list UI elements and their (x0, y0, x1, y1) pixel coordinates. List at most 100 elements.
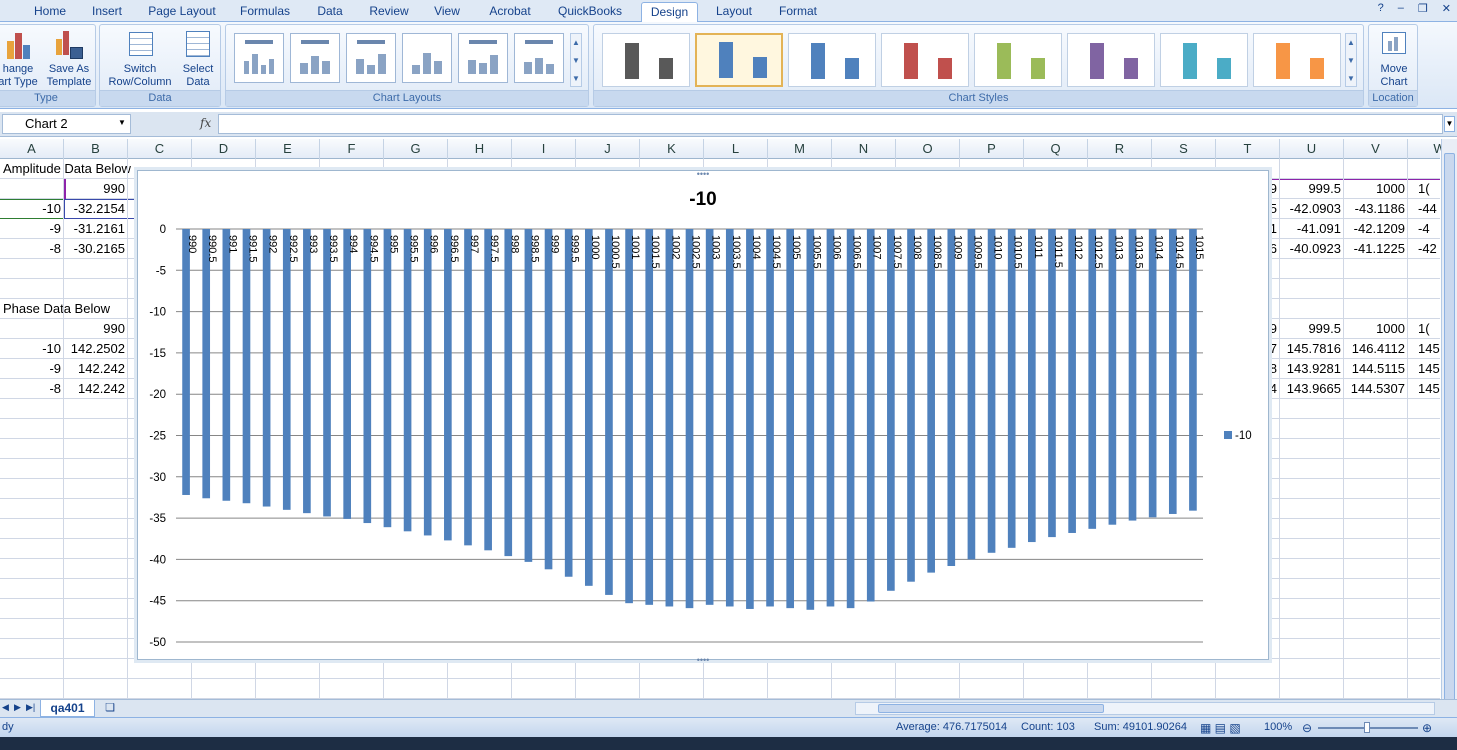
tab-design[interactable]: Design (641, 2, 698, 22)
column-header-f[interactable]: F (320, 139, 384, 159)
cell-b11[interactable]: 142.242 (64, 359, 128, 379)
cell-a4[interactable]: -9 (0, 219, 64, 239)
column-header-a[interactable]: A (0, 139, 64, 159)
cell-w9[interactable]: 1( (1418, 319, 1440, 339)
chart-layout-1[interactable] (234, 33, 284, 83)
cell-w5[interactable]: -42 (1418, 239, 1440, 259)
cell-w4[interactable]: -4 (1418, 219, 1440, 239)
column-header-k[interactable]: K (640, 139, 704, 159)
column-header-c[interactable]: C (128, 139, 192, 159)
tab-view[interactable]: View (428, 2, 466, 22)
column-header-l[interactable]: L (704, 139, 768, 159)
tab-page-layout[interactable]: Page Layout (145, 2, 219, 22)
chart-style-7[interactable] (1160, 33, 1248, 87)
cell-a5[interactable]: -8 (0, 239, 64, 259)
restore-icon[interactable]: ❐ (1418, 2, 1428, 15)
sheet-tab-qa401[interactable]: qa401 (40, 700, 95, 717)
sheet-nav-last-icon[interactable]: ▶| (26, 702, 35, 713)
cell-u4[interactable]: -41.091 (1280, 219, 1344, 239)
tab-review[interactable]: Review (366, 2, 412, 22)
tab-insert[interactable]: Insert (86, 2, 128, 22)
column-header-p[interactable]: P (960, 139, 1024, 159)
column-header-j[interactable]: J (576, 139, 640, 159)
zoom-in-icon[interactable]: ⊕ (1422, 721, 1432, 735)
save-as-template-button[interactable]: Save As Template (43, 29, 95, 89)
sheet-nav-prev-icon[interactable]: ◀ (2, 702, 9, 713)
formula-input[interactable] (218, 114, 1443, 134)
amplitude-header[interactable]: Amplitude Data Below (3, 159, 143, 179)
column-header-i[interactable]: I (512, 139, 576, 159)
chart-style-4[interactable] (881, 33, 969, 87)
cell-u12[interactable]: 143.9665 (1280, 379, 1344, 399)
column-header-g[interactable]: G (384, 139, 448, 159)
cell-b2[interactable]: 990 (64, 179, 128, 199)
cell-v4[interactable]: -42.1209 (1344, 219, 1408, 239)
vertical-scroll-thumb[interactable] (1444, 153, 1455, 750)
chart-layouts-scroll[interactable]: ▲ ▼ ▼ (570, 33, 582, 87)
select-data-button[interactable]: Select Data (176, 29, 220, 89)
column-header-s[interactable]: S (1152, 139, 1216, 159)
cell-u5[interactable]: -40.0923 (1280, 239, 1344, 259)
chart-layout-4[interactable] (402, 33, 452, 83)
column-header-r[interactable]: R (1088, 139, 1152, 159)
tab-formulas[interactable]: Formulas (236, 2, 294, 22)
column-header-q[interactable]: Q (1024, 139, 1088, 159)
column-header-o[interactable]: O (896, 139, 960, 159)
chart-layout-6[interactable] (514, 33, 564, 83)
chart-style-8[interactable] (1253, 33, 1341, 87)
cell-u11[interactable]: 143.9281 (1280, 359, 1344, 379)
phase-header[interactable]: Phase Data Below (3, 299, 143, 319)
switch-row-column-button[interactable]: Switch Row/Column (104, 29, 176, 89)
insert-function-icon[interactable]: fx (200, 116, 211, 130)
cell-v10[interactable]: 146.4112 (1344, 339, 1408, 359)
cell-v11[interactable]: 144.5115 (1344, 359, 1408, 379)
chart-style-1[interactable] (602, 33, 690, 87)
cell-a11[interactable]: -9 (0, 359, 64, 379)
cell-w2[interactable]: 1( (1418, 179, 1440, 199)
close-icon[interactable]: ✕ (1442, 2, 1451, 15)
horizontal-scrollbar[interactable] (855, 702, 1435, 715)
horizontal-scroll-thumb[interactable] (878, 704, 1104, 713)
name-box[interactable]: Chart 2 (2, 114, 131, 134)
cell-a12[interactable]: -8 (0, 379, 64, 399)
zoom-slider-thumb[interactable] (1364, 722, 1370, 733)
cell-u2[interactable]: 999.5 (1280, 179, 1344, 199)
column-header-v[interactable]: V (1344, 139, 1408, 159)
name-box-dropdown-icon[interactable]: ▼ (118, 118, 126, 127)
move-chart-button[interactable]: Move Chart (1371, 29, 1417, 89)
column-header-d[interactable]: D (192, 139, 256, 159)
chart-layout-5[interactable] (458, 33, 508, 83)
zoom-level[interactable]: 100% (1264, 721, 1292, 733)
cell-b12[interactable]: 142.242 (64, 379, 128, 399)
cell-v2[interactable]: 1000 (1344, 179, 1408, 199)
chart-layout-3[interactable] (346, 33, 396, 83)
chart-style-2[interactable] (695, 33, 783, 87)
column-header-u[interactable]: U (1280, 139, 1344, 159)
zoom-out-icon[interactable]: ⊖ (1302, 721, 1312, 735)
cell-w10[interactable]: 145 (1418, 339, 1440, 359)
cell-v5[interactable]: -41.1225 (1344, 239, 1408, 259)
tab-quickbooks[interactable]: QuickBooks (553, 2, 627, 22)
expand-formula-bar-icon[interactable]: ▼ (1444, 116, 1455, 132)
chart-styles-scroll[interactable]: ▲ ▼ ▼ (1345, 33, 1357, 87)
column-header-h[interactable]: H (448, 139, 512, 159)
chart-style-3[interactable] (788, 33, 876, 87)
tab-data[interactable]: Data (310, 2, 350, 22)
cell-b10[interactable]: 142.2502 (64, 339, 128, 359)
cell-w12[interactable]: 145 (1418, 379, 1440, 399)
tab-acrobat[interactable]: Acrobat (483, 2, 537, 22)
chart-layout-2[interactable] (290, 33, 340, 83)
cell-b4[interactable]: -31.2161 (64, 219, 128, 239)
column-header-t[interactable]: T (1216, 139, 1280, 159)
sheet-nav-next-icon[interactable]: ▶ (14, 702, 21, 713)
column-header-b[interactable]: B (64, 139, 128, 159)
cell-u10[interactable]: 145.7816 (1280, 339, 1344, 359)
tab-home[interactable]: Home (30, 2, 70, 22)
cell-w3[interactable]: -44 (1418, 199, 1440, 219)
cell-b5[interactable]: -30.2165 (64, 239, 128, 259)
chart-style-6[interactable] (1067, 33, 1155, 87)
cell-a10[interactable]: -10 (0, 339, 64, 359)
cell-v3[interactable]: -43.1186 (1344, 199, 1408, 219)
vertical-scrollbar[interactable] (1441, 139, 1457, 750)
cell-u9[interactable]: 999.5 (1280, 319, 1344, 339)
